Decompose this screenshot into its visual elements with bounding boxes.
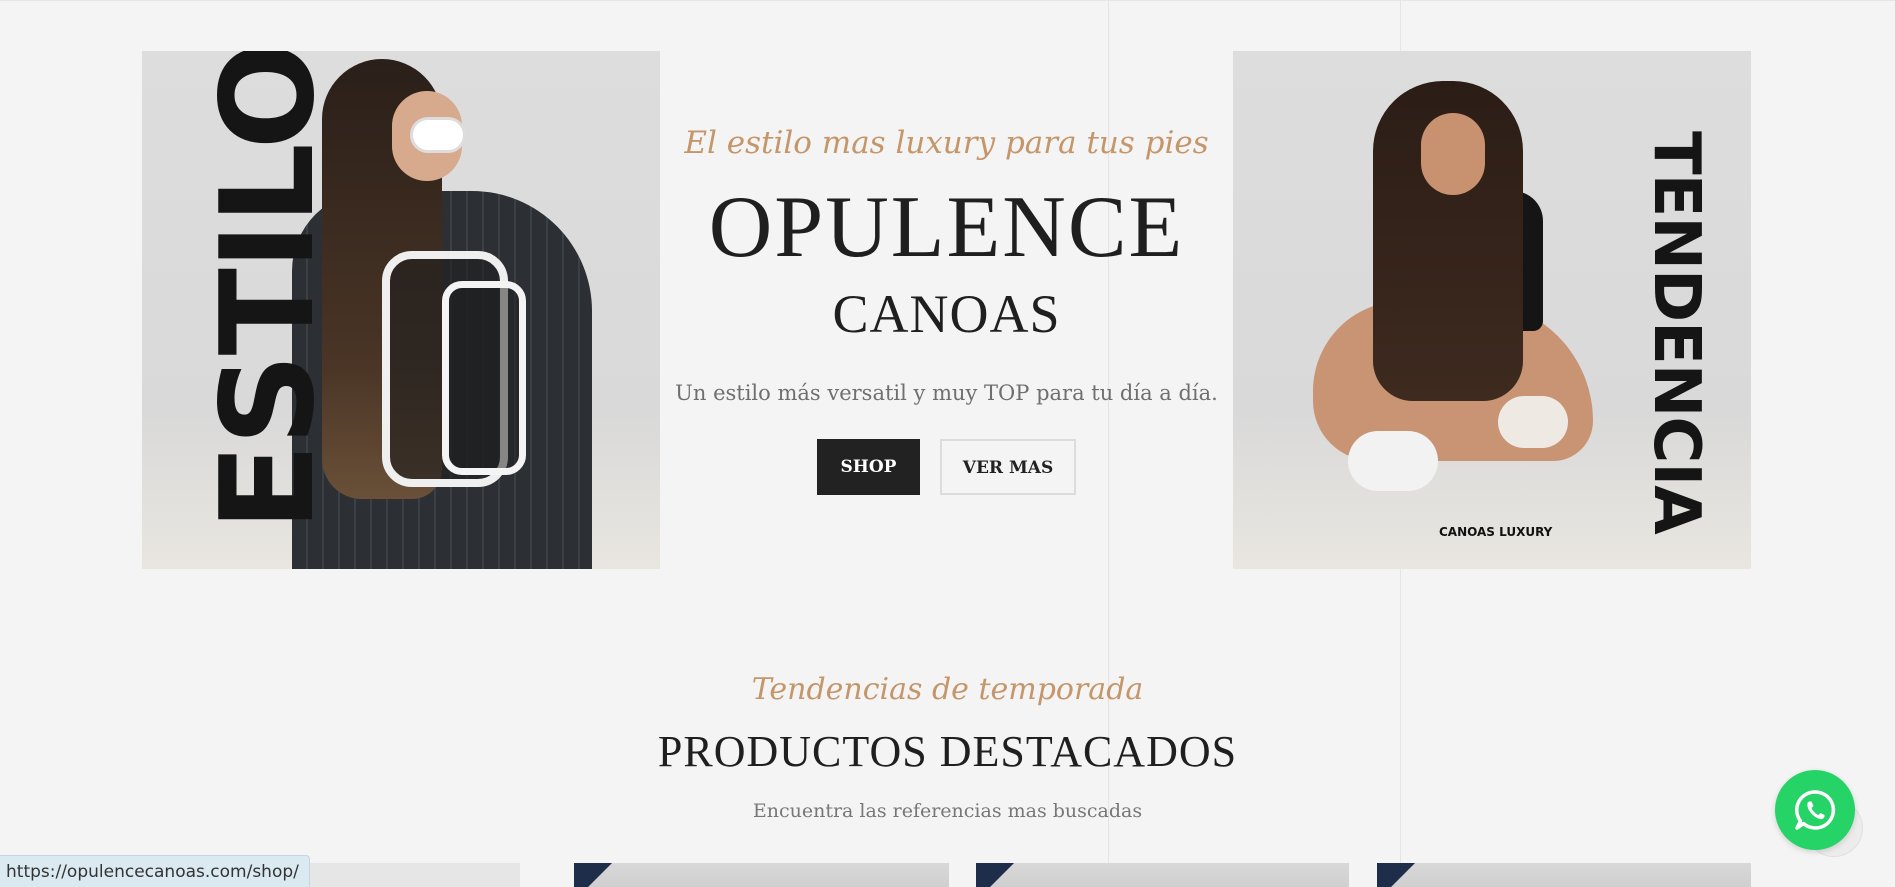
top-divider — [0, 0, 1895, 1]
product-card[interactable] — [976, 863, 1349, 887]
tendencia-overlay-text: TENDENCIA — [1639, 131, 1713, 534]
hero-image-right: TENDENCIA CANOAS LUXURY — [1233, 51, 1751, 569]
product-image — [1377, 863, 1447, 887]
section-title: PRODUCTOS DESTACADOS — [657, 727, 1238, 776]
shop-button[interactable]: SHOP — [817, 439, 920, 495]
product-card[interactable] — [1377, 863, 1751, 887]
section-tagline: Tendencias de temporada — [751, 672, 1144, 707]
product-image — [574, 863, 644, 887]
status-bar-url: https://opulencecanoas.com/shop/ — [0, 855, 310, 887]
platform-sandal — [1498, 396, 1568, 448]
hero-title: OPULENCE — [708, 179, 1185, 276]
hero-image-left: ESTILO — [142, 51, 660, 569]
model-face — [1421, 113, 1485, 195]
section-description: Encuentra las referencias mas buscadas — [752, 800, 1143, 822]
whatsapp-button[interactable] — [1775, 770, 1855, 850]
whatsapp-icon — [1795, 790, 1836, 830]
ver-mas-button[interactable]: VER MAS — [940, 439, 1076, 495]
estilo-overlay-text: ESTILO — [194, 51, 343, 531]
hero-center: El estilo mas luxury para tus pies OPULE… — [660, 51, 1233, 569]
brand-label: CANOAS LUXURY — [1439, 525, 1553, 539]
hero-subtitle: CANOAS — [832, 284, 1061, 344]
hero-description: Un estilo más versatil y muy TOP para tu… — [675, 381, 1218, 405]
product-image — [976, 863, 1046, 887]
sunglasses — [410, 117, 466, 153]
hero-tagline: El estilo mas luxury para tus pies — [684, 125, 1209, 161]
platform-sandal — [1348, 431, 1438, 491]
product-card[interactable] — [574, 863, 949, 887]
sandal — [442, 281, 526, 475]
page: ESTILO El estilo mas luxury para tus pie… — [0, 0, 1895, 887]
